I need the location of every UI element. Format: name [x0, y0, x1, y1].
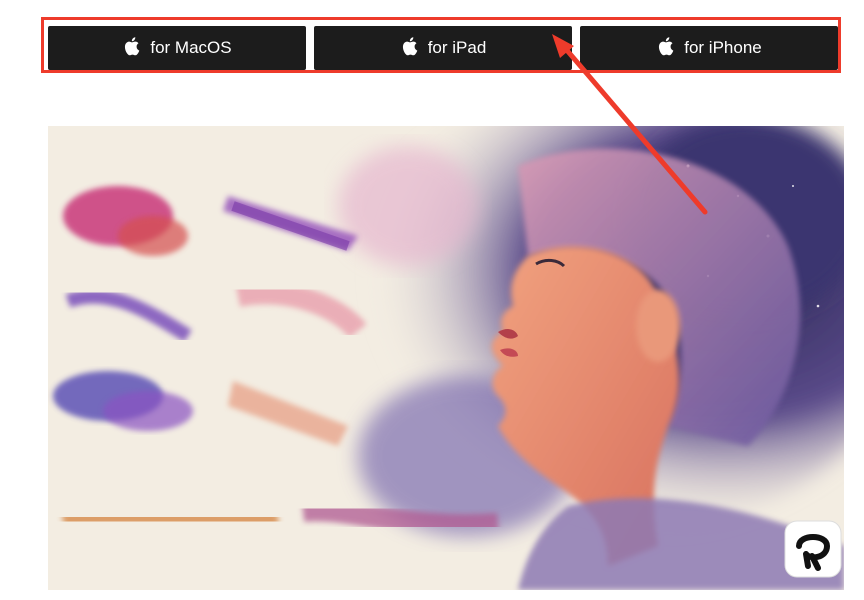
download-macos-button[interactable]: for MacOS [48, 26, 306, 70]
apple-icon [656, 36, 674, 61]
download-macos-label: for MacOS [150, 38, 232, 57]
download-buttons: for MacOS for iPad for iPhone [48, 26, 838, 70]
hero-artwork [48, 126, 844, 590]
download-ipad-button[interactable]: for iPad [314, 26, 572, 70]
clip-studio-logo-icon [784, 520, 842, 578]
download-ipad-label: for iPad [427, 38, 487, 57]
download-iphone-button[interactable]: for iPhone [580, 26, 838, 70]
apple-icon [400, 36, 418, 61]
watercolor-illustration [48, 126, 844, 590]
apple-icon [122, 36, 140, 61]
download-iphone-label: for iPhone [684, 38, 762, 57]
